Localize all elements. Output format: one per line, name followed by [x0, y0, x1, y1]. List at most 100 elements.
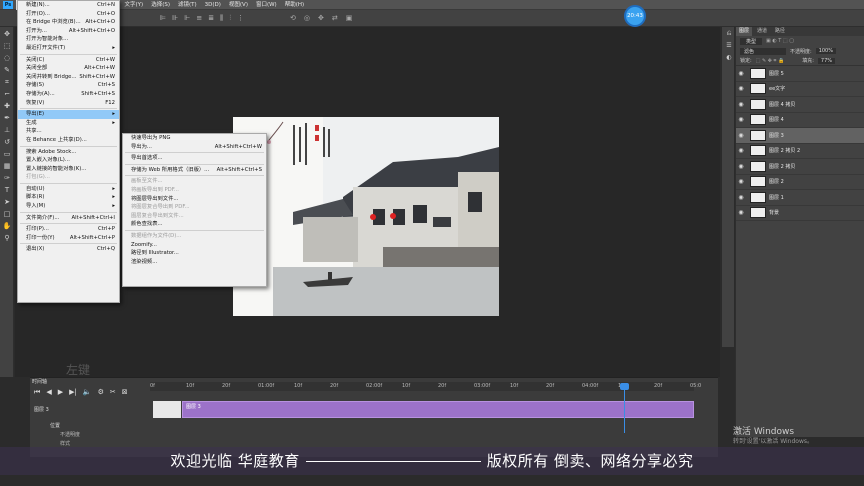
layer-row[interactable]: ◉ 图层 4 拷贝: [736, 97, 864, 113]
layer-row[interactable]: ◉ 图层 2 拷贝 2: [736, 144, 864, 159]
property-position[interactable]: 位置: [50, 422, 60, 429]
file-menu-item[interactable]: 退出(X) Ctrl+Q: [18, 245, 119, 254]
align-center-icon[interactable]: ⊪: [172, 14, 178, 23]
property-opacity[interactable]: 不透明度: [60, 431, 80, 438]
layer-row[interactable]: ◉ 图层 3: [736, 128, 864, 144]
fill-field[interactable]: 77%: [817, 57, 836, 64]
distribute-icon-4[interactable]: ⫶: [229, 14, 231, 23]
3d-rotate-icon[interactable]: ◎: [304, 14, 310, 22]
zoom-tool-icon[interactable]: ⚲: [2, 233, 12, 243]
playhead[interactable]: [624, 383, 625, 433]
pen-tool-icon[interactable]: ✑: [2, 173, 12, 183]
lasso-tool-icon[interactable]: ◌: [2, 53, 12, 63]
file-menu-item[interactable]: 打开(O)... Ctrl+O: [18, 10, 119, 19]
3d-pan-icon[interactable]: ✥: [318, 14, 324, 22]
layer-row[interactable]: ◉ 图层 1: [736, 190, 864, 206]
file-menu-item[interactable]: 搜索 Adobe Stock...: [18, 148, 119, 157]
eraser-icon[interactable]: ▭: [2, 149, 12, 159]
history-brush-icon[interactable]: ↺: [2, 137, 12, 147]
menubar-item-9[interactable]: 窗口(W): [252, 0, 281, 10]
file-menu-item[interactable]: 最近打开文件(T) ▸: [18, 44, 119, 53]
file-menu-item[interactable]: 关闭全部 Alt+Ctrl+W: [18, 64, 119, 73]
tab-paths[interactable]: 路径: [772, 27, 788, 36]
next-frame-icon[interactable]: ▶|: [69, 388, 77, 397]
blend-mode-select[interactable]: 滤色: [740, 47, 786, 55]
quick-select-icon[interactable]: ✎: [2, 65, 12, 75]
export-menu-item[interactable]: 导出为... Alt+Shift+Ctrl+W: [123, 143, 266, 152]
distribute-icon-5[interactable]: ⋮: [237, 14, 244, 23]
file-menu-item[interactable]: 新建(N)... Ctrl+N: [18, 1, 119, 10]
file-menu-item[interactable]: 导出(E) ▸: [18, 110, 119, 119]
layer-row[interactable]: ◉ 图层 2: [736, 175, 864, 190]
gradient-icon[interactable]: ▦: [2, 161, 12, 171]
file-menu-item[interactable]: 自动(U) ▸: [18, 185, 119, 194]
visibility-eye-icon[interactable]: ◉: [736, 70, 746, 77]
export-menu-item[interactable]: 将图层导出到文件...: [123, 195, 266, 204]
file-menu-item[interactable]: 共享...: [18, 127, 119, 136]
file-menu-item[interactable]: 关闭并转到 Bridge... Shift+Ctrl+W: [18, 73, 119, 82]
export-menu-item[interactable]: Zoomify...: [123, 241, 266, 250]
menubar-item-7[interactable]: 3D(D): [201, 0, 225, 10]
transition-icon[interactable]: ⊠: [122, 388, 128, 397]
menubar-item-6[interactable]: 滤镜(T): [174, 0, 201, 10]
marquee-tool-icon[interactable]: ⬚: [2, 41, 12, 51]
file-menu-item[interactable]: 打印(P)... Ctrl+P: [18, 225, 119, 234]
first-frame-icon[interactable]: ⏮: [34, 388, 40, 397]
type-tool-icon[interactable]: T: [2, 185, 12, 195]
tab-layers[interactable]: 图层: [736, 27, 753, 36]
visibility-eye-icon[interactable]: ◉: [736, 209, 746, 216]
visibility-eye-icon[interactable]: ◉: [736, 147, 746, 154]
distribute-icon-2[interactable]: ≣: [208, 14, 214, 23]
layer-row[interactable]: ◉ 图层 4: [736, 113, 864, 128]
layer-row[interactable]: ◉ 背景: [736, 206, 864, 221]
menubar-item-10[interactable]: 帮助(H): [281, 0, 308, 10]
crop-tool-icon[interactable]: ⌗: [2, 77, 12, 87]
stamp-tool-icon[interactable]: ⊥: [2, 125, 12, 135]
visibility-eye-icon[interactable]: ◉: [736, 116, 746, 123]
export-menu-item[interactable]: 存储为 Web 所用格式（旧版）... Alt+Shift+Ctrl+S: [123, 166, 266, 175]
opacity-field[interactable]: 100%: [815, 48, 836, 54]
layer-row[interactable]: ◉ 图层 2 拷贝: [736, 159, 864, 175]
properties-icon[interactable]: ☰: [724, 41, 734, 51]
timeline-ruler[interactable]: 0f 10f 20f 01:00f 10f 20f 02:00f 10f 20f 03:00f 10…: [150, 382, 701, 391]
history-icon[interactable]: ⎌: [724, 29, 734, 39]
path-select-icon[interactable]: ➤: [2, 197, 12, 207]
file-menu-item[interactable]: 打印一份(Y) Alt+Shift+Ctrl+P: [18, 234, 119, 243]
prev-frame-icon[interactable]: ◀: [46, 388, 51, 397]
eyedropper-icon[interactable]: ⌐: [2, 89, 12, 99]
distribute-icon-3[interactable]: ⫼: [220, 14, 223, 23]
file-menu-item[interactable]: 存储为(A)... Shift+Ctrl+S: [18, 90, 119, 99]
menubar-item-8[interactable]: 视图(V): [225, 0, 252, 10]
file-menu-item[interactable]: 脚本(R) ▸: [18, 193, 119, 202]
file-menu-item[interactable]: 打开为智能对象...: [18, 35, 119, 44]
move-tool-icon[interactable]: ✥: [2, 29, 12, 39]
menubar-item-4[interactable]: 文字(Y): [121, 0, 148, 10]
file-menu-item[interactable]: 文件简介(F)... Alt+Shift+Ctrl+I: [18, 214, 119, 223]
filter-type-select[interactable]: 类型: [740, 37, 763, 45]
file-menu-item[interactable]: 关闭(C) Ctrl+W: [18, 56, 119, 65]
visibility-eye-icon[interactable]: ◉: [736, 194, 746, 201]
menubar-item-5[interactable]: 选择(S): [147, 0, 174, 10]
timeline-clip[interactable]: 图层 3: [182, 401, 694, 418]
layer-row[interactable]: ◉ ee文字: [736, 82, 864, 97]
document-canvas[interactable]: [233, 117, 499, 316]
visibility-eye-icon[interactable]: ◉: [736, 85, 746, 92]
audio-icon[interactable]: 🔈: [83, 388, 92, 397]
export-menu-item[interactable]: 路径到 Illustrator...: [123, 249, 266, 258]
export-menu-item[interactable]: 导出首选项...: [123, 154, 266, 163]
visibility-eye-icon[interactable]: ◉: [736, 178, 746, 185]
file-menu-item[interactable]: 置入链接的智能对象(K)...: [18, 165, 119, 174]
visibility-eye-icon[interactable]: ◉: [736, 132, 746, 139]
file-menu-item[interactable]: 在 Bridge 中浏览(B)... Alt+Ctrl+O: [18, 18, 119, 27]
timeline-clip-thumb[interactable]: [153, 401, 181, 418]
3d-slide-icon[interactable]: ⇄: [332, 14, 338, 22]
distribute-icon[interactable]: ≡: [196, 14, 202, 23]
layer-row[interactable]: ◉ 图层 5: [736, 66, 864, 82]
split-icon[interactable]: ✂: [110, 388, 116, 397]
file-menu-item[interactable]: 存储(S) Ctrl+S: [18, 81, 119, 90]
playhead-handle[interactable]: [620, 383, 629, 390]
file-menu-item[interactable]: 置入嵌入对象(L)...: [18, 156, 119, 165]
track-label[interactable]: 图层 3: [34, 406, 49, 413]
hand-tool-icon[interactable]: ✋: [2, 221, 12, 231]
settings-icon[interactable]: ⚙: [98, 388, 104, 397]
